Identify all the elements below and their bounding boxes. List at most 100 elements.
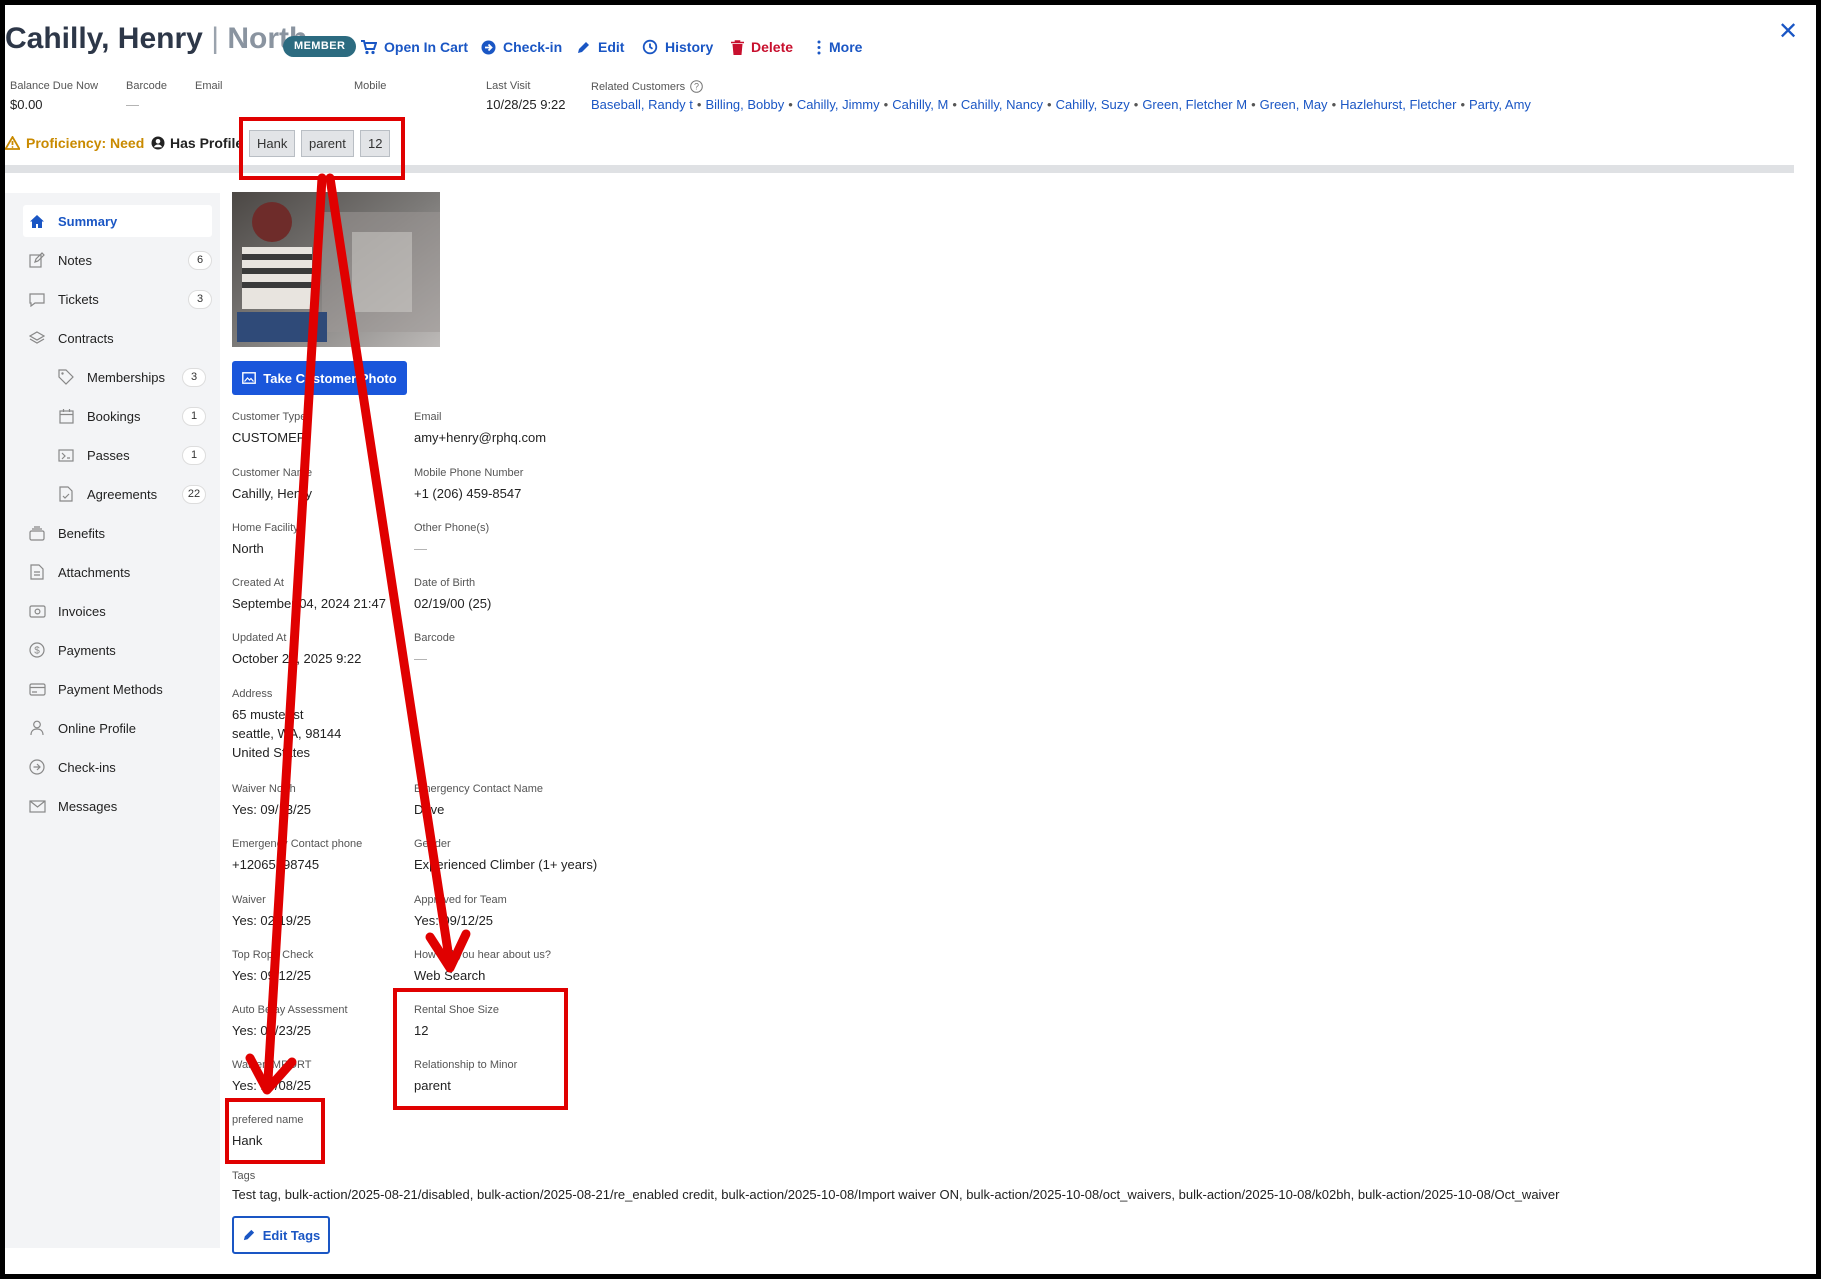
more-button[interactable]: More xyxy=(816,36,862,58)
sidebar-item-invoices[interactable]: Invoices xyxy=(26,595,212,627)
layers-icon xyxy=(26,330,48,346)
waiver-value: Yes: 02/19/25 xyxy=(232,913,312,928)
emergency-contact-phone-value: +12065598745 xyxy=(232,857,320,872)
money-icon xyxy=(26,604,48,618)
email-label: Email xyxy=(414,411,442,423)
member-badge: MEMBER xyxy=(283,36,357,57)
sidebar-item-payments[interactable]: $ Payments xyxy=(26,634,212,666)
related-separator: • xyxy=(1047,97,1052,112)
history-button[interactable]: History xyxy=(642,36,713,58)
other-phone-s-label: Other Phone(s) xyxy=(414,522,490,534)
sidebar-item-payment-methods[interactable]: Payment Methods xyxy=(26,673,212,705)
sidebar-item-label: Memberships xyxy=(87,369,166,385)
sidebar-item-memberships[interactable]: Memberships 3 xyxy=(55,361,206,393)
address-value: 65 muster st xyxy=(232,707,304,722)
credit-card-icon xyxy=(26,682,48,696)
image-icon xyxy=(242,372,257,384)
chat-bubble-icon xyxy=(26,292,48,307)
related-customer-link[interactable]: Cahilly, M xyxy=(892,97,948,112)
edit-tags-button[interactable]: Edit Tags xyxy=(232,1216,330,1254)
related-customer-link[interactable]: Party, Amy xyxy=(1469,97,1531,112)
last-visit-label: Last Visit xyxy=(486,80,531,92)
date-of-birth-label: Date of Birth xyxy=(414,577,476,589)
user-circle-icon xyxy=(151,136,165,150)
sidebar-item-messages[interactable]: Messages xyxy=(26,790,212,822)
edit-tags-label: Edit Tags xyxy=(262,1227,321,1243)
sidebar-item-summary[interactable]: Summary xyxy=(23,205,212,237)
sidebar-item-passes[interactable]: Passes 1 xyxy=(55,439,206,471)
warning-icon xyxy=(5,136,20,150)
balance-label: Balance Due Now xyxy=(10,80,99,92)
related-customer-link[interactable]: Green, May xyxy=(1260,97,1328,112)
sidebar-item-attachments[interactable]: Attachments xyxy=(26,556,212,588)
related-separator: • xyxy=(696,97,702,112)
gender-label: Gender xyxy=(414,838,451,850)
other-phone-s-value: — xyxy=(414,541,427,556)
history-icon xyxy=(642,39,658,55)
related-separator: • xyxy=(788,97,793,112)
sidebar-item-notes[interactable]: Notes 6 xyxy=(26,244,212,276)
sidebar-item-count: 1 xyxy=(182,445,206,465)
sidebar-item-contracts[interactable]: Contracts xyxy=(26,322,212,354)
help-circle-icon[interactable]: ? xyxy=(690,80,703,93)
related-customers-list: Baseball, Randy t • Billing, Bobby • Cahilly… xyxy=(591,97,1531,112)
svg-text:$: $ xyxy=(34,646,40,657)
open-in-cart-label: Open In Cart xyxy=(384,39,469,55)
sidebar-item-bookings[interactable]: Bookings 1 xyxy=(55,400,206,432)
related-customer-link[interactable]: Cahilly, Nancy xyxy=(961,97,1043,112)
document-check-icon xyxy=(55,486,77,502)
related-customer-link[interactable]: Green, Fletcher M xyxy=(1142,97,1247,112)
pencil-square-icon xyxy=(26,252,48,268)
proficiency-label: Proficiency: Need xyxy=(26,135,145,151)
sidebar-item-label: Contracts xyxy=(58,330,114,346)
sidebar-item-label: Summary xyxy=(58,213,118,229)
sidebar-item-label: Payments xyxy=(58,642,116,658)
sidebar-item-tickets[interactable]: Tickets 3 xyxy=(26,283,212,315)
related-separator: • xyxy=(883,97,889,112)
auto-belay-assessment-value: Yes: 09/23/25 xyxy=(232,1023,312,1038)
file-icon xyxy=(26,564,48,580)
take-customer-photo-label: Take Customer Photo xyxy=(263,370,397,386)
sidebar-item-benefits[interactable]: Benefits xyxy=(26,517,212,549)
waiver-import-label: Waiver IMPORT xyxy=(232,1059,312,1071)
barcode-value: — xyxy=(414,651,427,666)
emergency-contact-name-value: Dave xyxy=(414,802,445,817)
emergency-contact-phone-label: Emergency Contact phone xyxy=(232,838,363,850)
sidebar-item-label: Benefits xyxy=(58,525,105,541)
top-rope-check-label: Top Rope Check xyxy=(232,949,314,961)
customer-name-value: Cahilly, Henry xyxy=(232,486,312,501)
history-label: History xyxy=(665,39,714,55)
sidebar-item-label: Attachments xyxy=(58,564,131,580)
close-icon[interactable]: ✕ xyxy=(1778,20,1798,44)
related-customer-link[interactable]: Cahilly, Jimmy xyxy=(797,97,880,112)
has-profile-label: Has Profile xyxy=(170,135,244,151)
last-visit-value: 10/28/25 9:22 xyxy=(486,97,566,112)
related-customer-link[interactable]: Hazlehurst, Fletcher xyxy=(1340,97,1456,112)
delete-button[interactable]: Delete xyxy=(731,36,793,58)
sidebar-item-online-profile[interactable]: Online Profile xyxy=(26,712,212,744)
envelope-icon xyxy=(26,799,48,813)
related-separator: • xyxy=(952,97,957,112)
mobile-label: Mobile xyxy=(354,80,387,92)
annotation-box-shoe-relationship xyxy=(393,988,568,1110)
approved-for-team-label: Approved for Team xyxy=(414,894,507,906)
how-did-you-hear-about-us-value: Web Search xyxy=(414,968,486,983)
tags-value: Test tag, bulk-action/2025-08-21/disable… xyxy=(232,1187,1560,1202)
sidebar-item-label: Check-ins xyxy=(58,759,116,775)
related-customer-link[interactable]: Billing, Bobby xyxy=(705,97,784,112)
address-label: Address xyxy=(232,688,273,700)
page-title: Cahilly, Henry | North xyxy=(5,22,307,56)
home-icon xyxy=(26,214,48,229)
check-in-button[interactable]: Check-in xyxy=(481,36,562,58)
related-customer-link[interactable]: Cahilly, Suzy xyxy=(1056,97,1130,112)
updated-at-value: October 28, 2025 9:22 xyxy=(232,651,362,666)
edit-button[interactable]: Edit xyxy=(576,36,624,58)
sidebar-item-label: Agreements xyxy=(87,486,158,502)
annotation-box-preferred-name xyxy=(225,1098,325,1164)
tag-icon xyxy=(55,369,77,385)
take-customer-photo-button[interactable]: Take Customer Photo xyxy=(232,361,407,395)
open-in-cart-button[interactable]: Open In Cart xyxy=(361,36,468,58)
sidebar-item-agreements[interactable]: Agreements 22 xyxy=(55,478,206,510)
sidebar-item-check-ins[interactable]: Check-ins xyxy=(26,751,212,783)
related-customer-link[interactable]: Baseball, Randy t xyxy=(591,97,693,112)
